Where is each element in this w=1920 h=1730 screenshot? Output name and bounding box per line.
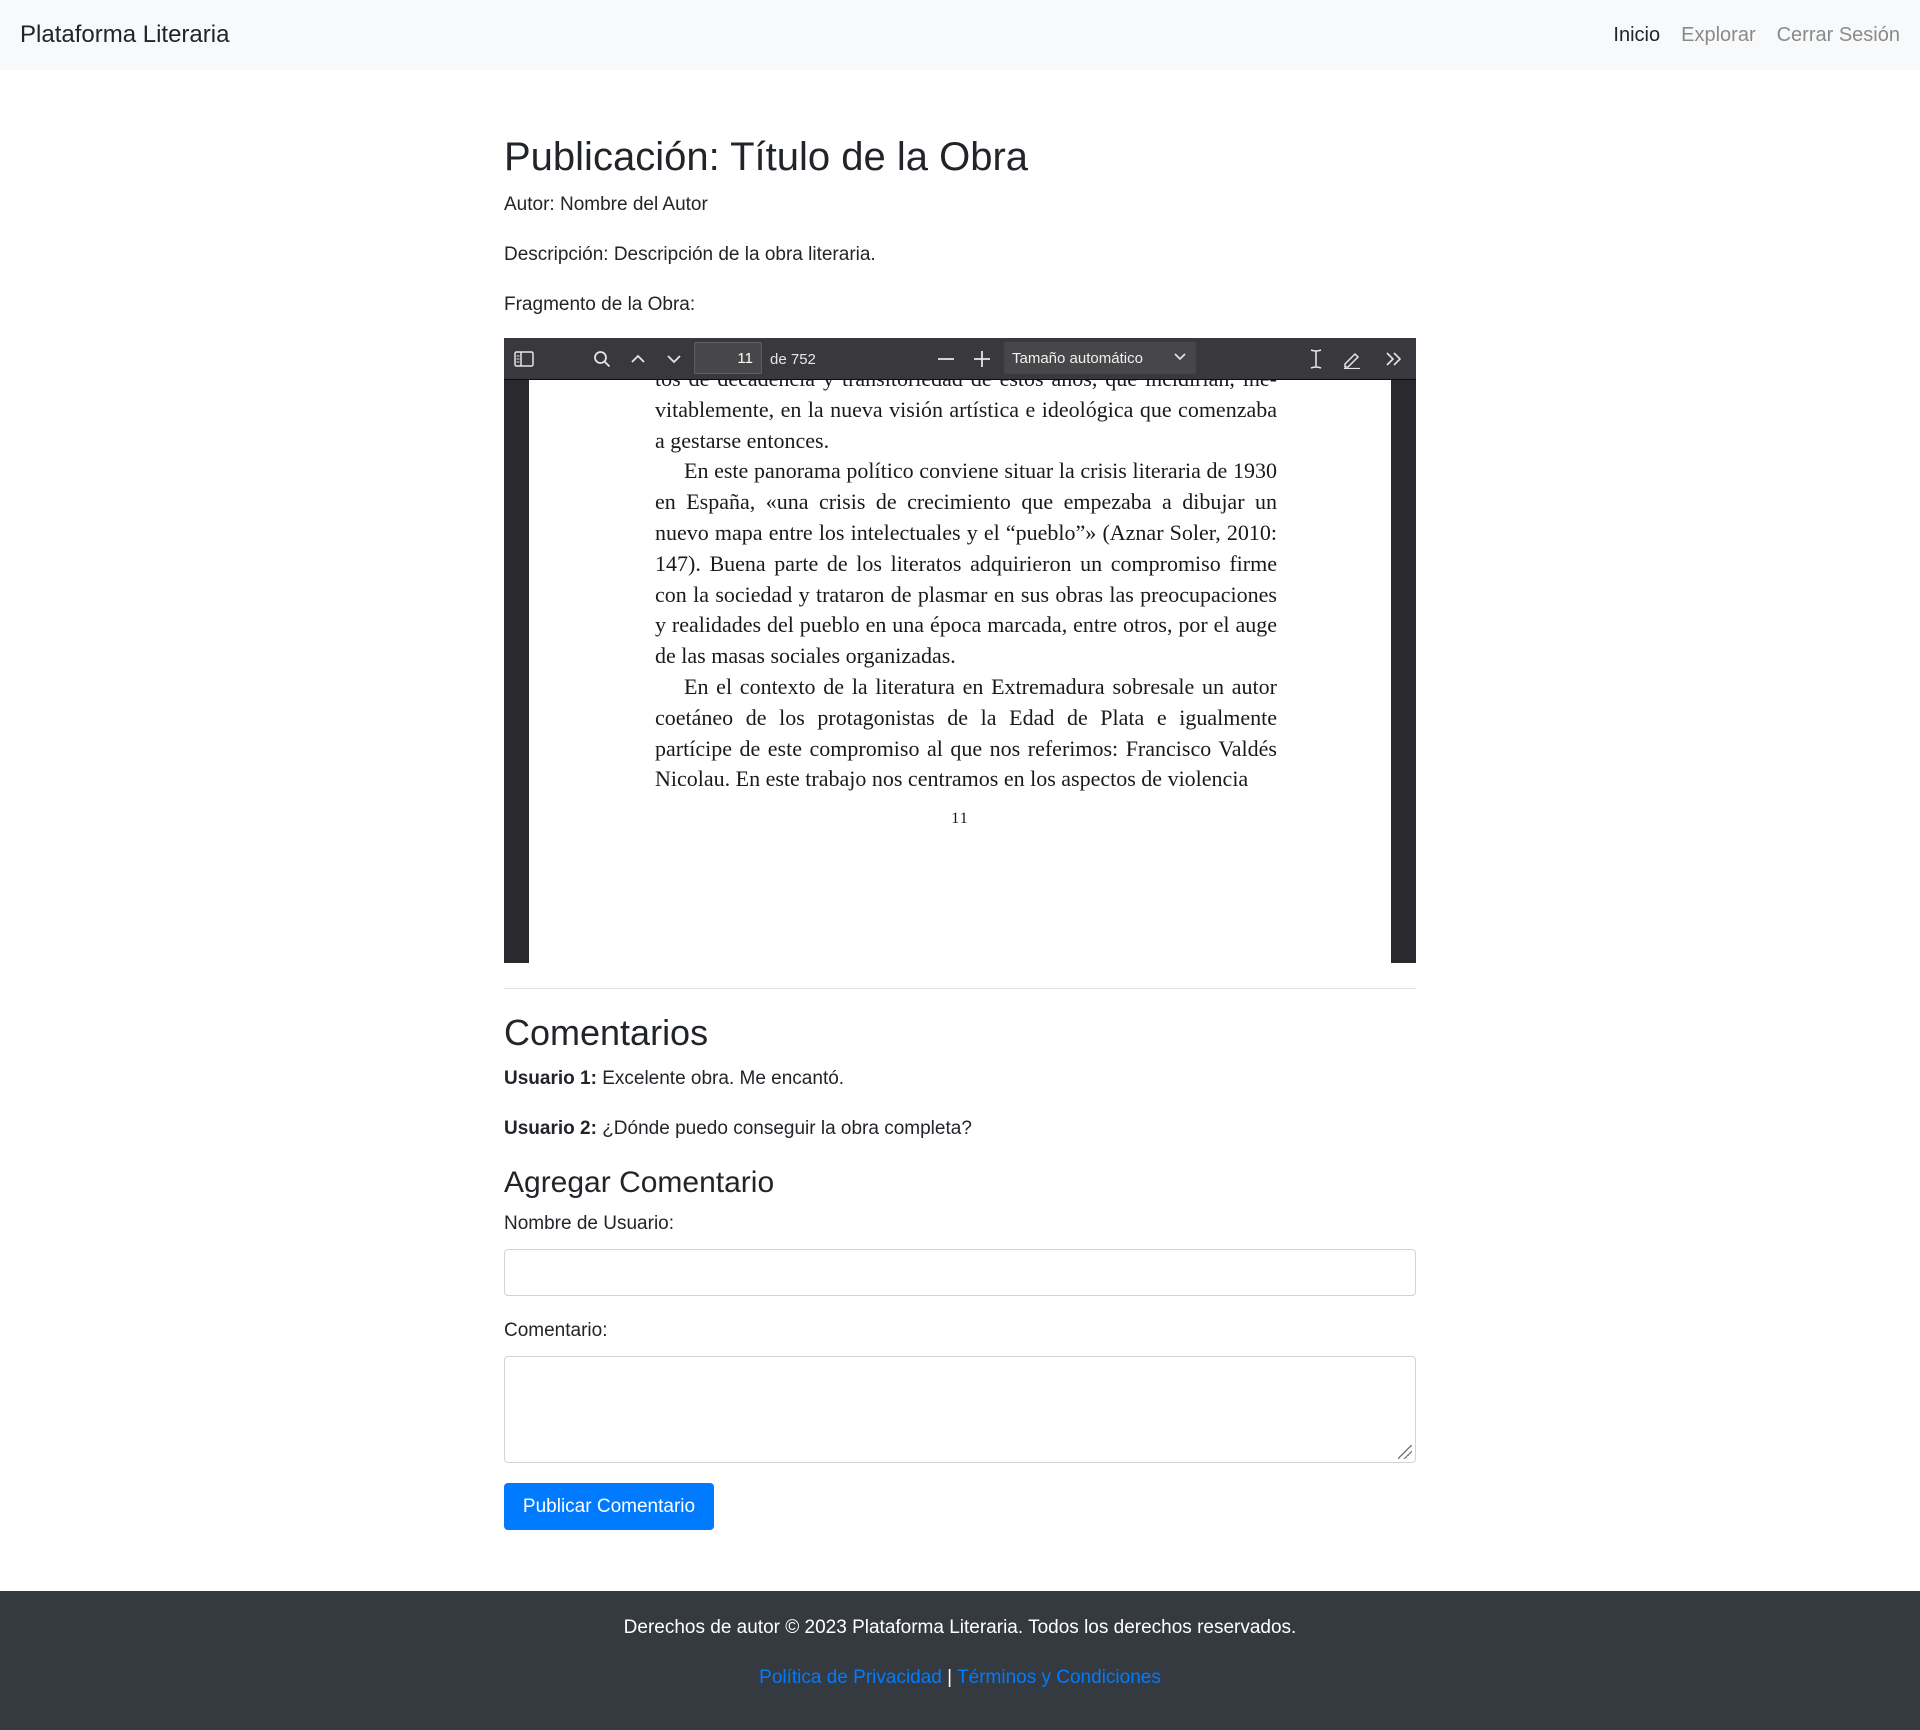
- pdf-text: tos de decadencia y transitoriedad de es…: [655, 380, 1277, 795]
- pdf-paragraph: En este panorama político conviene situa…: [655, 458, 1277, 669]
- page-title: Publicación: Título de la Obra: [504, 135, 1029, 179]
- zoom-in-icon[interactable]: [966, 338, 998, 380]
- comment-item: Usuario 2: ¿Dónde puedo conseguir la obr…: [504, 1116, 972, 1142]
- comment-textarea[interactable]: [504, 1356, 1416, 1463]
- zoom-select[interactable]: Tamaño automático: [1004, 342, 1196, 374]
- footer-links: Política de Privacidad | Términos y Cond…: [0, 1665, 1920, 1691]
- privacy-policy-link[interactable]: Política de Privacidad: [759, 1667, 942, 1688]
- pdf-page: tos de decadencia y transitoriedad de es…: [529, 380, 1391, 963]
- comment-item: Usuario 1: Excelente obra. Me encantó.: [504, 1066, 844, 1092]
- terms-link[interactable]: Términos y Condiciones: [957, 1667, 1161, 1688]
- pdf-line: a gestarse entonces.: [655, 427, 830, 453]
- divider: [504, 988, 1416, 989]
- comment-label: Comentario:: [504, 1320, 608, 1341]
- sidebar-toggle-icon[interactable]: [508, 338, 540, 380]
- username-label: Nombre de Usuario:: [504, 1213, 675, 1234]
- comment-text: Excelente obra. Me encantó.: [596, 1068, 845, 1089]
- pdf-paragraph: En el contexto de la literatura en Extre…: [655, 673, 1277, 792]
- footer-copyright: Derechos de autor © 2023 Plataforma Lite…: [623, 1617, 1297, 1638]
- comment-text: ¿Dónde puedo conseguir la obra completa?: [596, 1118, 972, 1139]
- chevron-down-icon: [1174, 349, 1186, 364]
- footer: Derechos de autor © 2023 Plataforma Lite…: [0, 1591, 1920, 1730]
- nav-link-cerrar-sesion[interactable]: Cerrar Sesión: [1777, 24, 1900, 47]
- zoom-out-icon[interactable]: [930, 338, 962, 380]
- comment-user: Usuario 2:: [504, 1118, 597, 1139]
- pdf-toolbar: de 752 Tamaño automático: [504, 338, 1416, 380]
- add-comment-heading: Agregar Comentario: [504, 1166, 775, 1199]
- pdf-line: tos de decadencia y transitoriedad de es…: [655, 380, 1277, 395]
- fragment-label: Fragmento de la Obra:: [504, 294, 696, 315]
- publish-comment-button[interactable]: Publicar Comentario: [504, 1483, 714, 1530]
- author-text: Autor: Nombre del Autor: [504, 194, 708, 215]
- comment-user: Usuario 1:: [504, 1068, 597, 1089]
- navbar: Plataforma Literaria Inicio Explorar Cer…: [0, 0, 1920, 70]
- pdf-line: vitablemente, en la nueva visión artísti…: [655, 396, 1277, 422]
- next-page-icon[interactable]: [658, 338, 690, 380]
- comments-heading: Comentarios: [504, 1012, 709, 1053]
- resize-handle-icon[interactable]: [1398, 1445, 1412, 1459]
- nav-links: Inicio Explorar Cerrar Sesión: [1592, 24, 1900, 47]
- pdf-viewer[interactable]: de 752 Tamaño automático: [504, 338, 1416, 963]
- brand-logo[interactable]: Plataforma Literaria: [20, 21, 229, 49]
- draw-icon[interactable]: [1336, 338, 1368, 380]
- pdf-page-number: 11: [951, 810, 969, 827]
- nav-link-inicio[interactable]: Inicio: [1613, 24, 1660, 47]
- zoom-select-value: Tamaño automático: [1012, 349, 1143, 367]
- nav-link-explorar[interactable]: Explorar: [1681, 24, 1755, 47]
- page-number-input[interactable]: [694, 342, 762, 374]
- previous-page-icon[interactable]: [622, 338, 654, 380]
- search-icon[interactable]: [586, 338, 618, 380]
- username-input[interactable]: [504, 1249, 1416, 1296]
- text-cursor-icon[interactable]: [1300, 338, 1332, 380]
- description-text: Descripción: Descripción de la obra lite…: [504, 244, 876, 265]
- page-total-label: de 752: [770, 350, 816, 368]
- footer-separator: |: [941, 1667, 958, 1688]
- tools-icon[interactable]: [1378, 338, 1410, 380]
